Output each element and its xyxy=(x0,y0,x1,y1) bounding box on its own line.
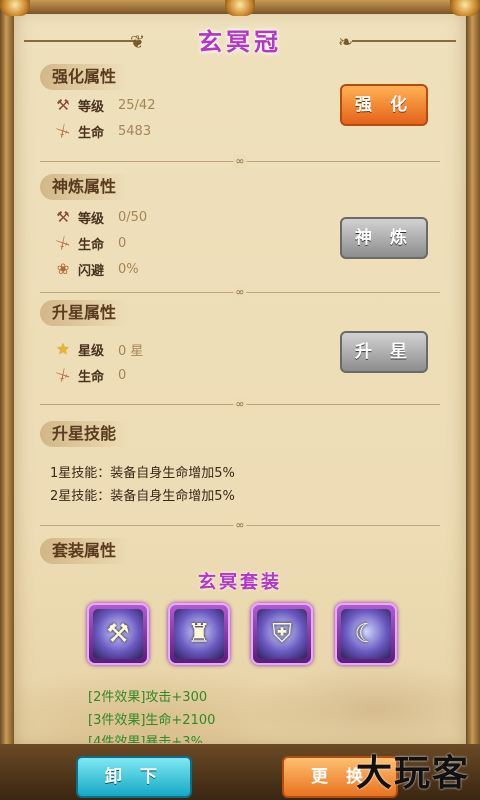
hp-value: 0 xyxy=(118,367,127,383)
strengthen-button[interactable]: 强 化 xyxy=(340,84,428,126)
dodge-label: 闪避 xyxy=(78,263,105,279)
boots-icon: ☾ xyxy=(354,619,378,649)
watermark-logo: 大玩客 xyxy=(355,752,470,794)
sword-icon: ⚔ xyxy=(52,231,74,255)
knot-icon: ∞ xyxy=(233,285,247,299)
set-title: 玄冥套装 xyxy=(198,572,282,593)
dodge-value: 0% xyxy=(118,261,139,277)
refine-level-row: ⚒ 等级 0/50 xyxy=(52,206,147,228)
skill-line: 2星技能：装备自身生命增加5% xyxy=(50,489,235,504)
hp-label: 生命 xyxy=(78,125,105,141)
hammer-icon: ⚒ xyxy=(56,208,70,226)
section-divider: ∞ xyxy=(40,154,440,168)
refine-dodge-row: ❀ 闪避 0% xyxy=(52,258,139,280)
set-item-slot[interactable]: ⛨ xyxy=(251,603,313,665)
refine-hp-row: ⚔ 生命 0 xyxy=(52,232,127,254)
title-line-right xyxy=(352,40,456,42)
star-level-row: ★ 星级 0 星 xyxy=(52,338,143,360)
hp-value: 0 xyxy=(118,235,127,251)
set-effect-line: [4件效果]暴击+3% xyxy=(88,735,203,743)
hp-label: 生命 xyxy=(78,369,105,385)
title-ornament-right: ❧ xyxy=(338,32,354,53)
axe-icon: ⚒ xyxy=(106,619,130,649)
strengthen-header: 强化属性 xyxy=(40,64,129,90)
star-icon: ★ xyxy=(56,340,70,358)
sword-icon: ⚔ xyxy=(52,119,74,143)
skill-line: 1星技能：装备自身生命增加5% xyxy=(50,466,235,481)
star-level-label: 星级 xyxy=(78,343,105,359)
section-divider: ∞ xyxy=(40,285,440,299)
knot-icon: ∞ xyxy=(233,518,247,532)
equipment-detail-panel: ❦ 玄冥冠 ❧ 强化属性 ⚒ 等级 25/42 ⚔ 生命 5483 强 化 ∞ … xyxy=(0,0,480,800)
shield-icon: ⛨ xyxy=(272,618,292,649)
refine-button[interactable]: 神 炼 xyxy=(340,217,428,259)
skill-header: 升星技能 xyxy=(40,421,129,447)
sword-icon: ⚔ xyxy=(52,363,74,387)
set-effect-line: [2件效果]攻击+300 xyxy=(88,690,208,705)
level-label: 等级 xyxy=(78,211,105,227)
right-frame xyxy=(466,0,480,800)
strengthen-hp-row: ⚔ 生命 5483 xyxy=(52,120,151,142)
frame-knob-left xyxy=(0,0,30,16)
level-value: 0/50 xyxy=(118,209,148,225)
star-up-button[interactable]: 升 星 xyxy=(340,331,428,373)
level-value: 25/42 xyxy=(118,97,156,113)
armor-icon: ♜ xyxy=(187,619,211,649)
frame-knob-center xyxy=(225,0,255,16)
set-item-slot[interactable]: ☾ xyxy=(335,603,397,665)
knot-icon: ∞ xyxy=(233,154,247,168)
set-item-slot[interactable]: ⚒ xyxy=(87,603,149,665)
set-item-slot[interactable]: ♜ xyxy=(168,603,230,665)
level-label: 等级 xyxy=(78,99,105,115)
star-hp-row: ⚔ 生命 0 xyxy=(52,364,127,386)
hp-label: 生命 xyxy=(78,237,105,253)
knot-icon: ∞ xyxy=(233,397,247,411)
hp-value: 5483 xyxy=(118,123,152,139)
set-effect-line: [3件效果]生命+2100 xyxy=(88,713,216,728)
hammer-icon: ⚒ xyxy=(56,96,70,114)
strengthen-level-row: ⚒ 等级 25/42 xyxy=(52,94,155,116)
section-divider: ∞ xyxy=(40,518,440,532)
unequip-button[interactable]: 卸 下 xyxy=(76,756,192,798)
frame-knob-right xyxy=(450,0,480,16)
star-header: 升星属性 xyxy=(40,300,129,326)
dodge-icon: ❀ xyxy=(56,260,70,278)
left-frame xyxy=(0,0,14,800)
section-divider: ∞ xyxy=(40,397,440,411)
set-header: 套装属性 xyxy=(40,538,129,564)
star-level-value: 0 星 xyxy=(118,343,144,359)
refine-header: 神炼属性 xyxy=(40,174,129,200)
